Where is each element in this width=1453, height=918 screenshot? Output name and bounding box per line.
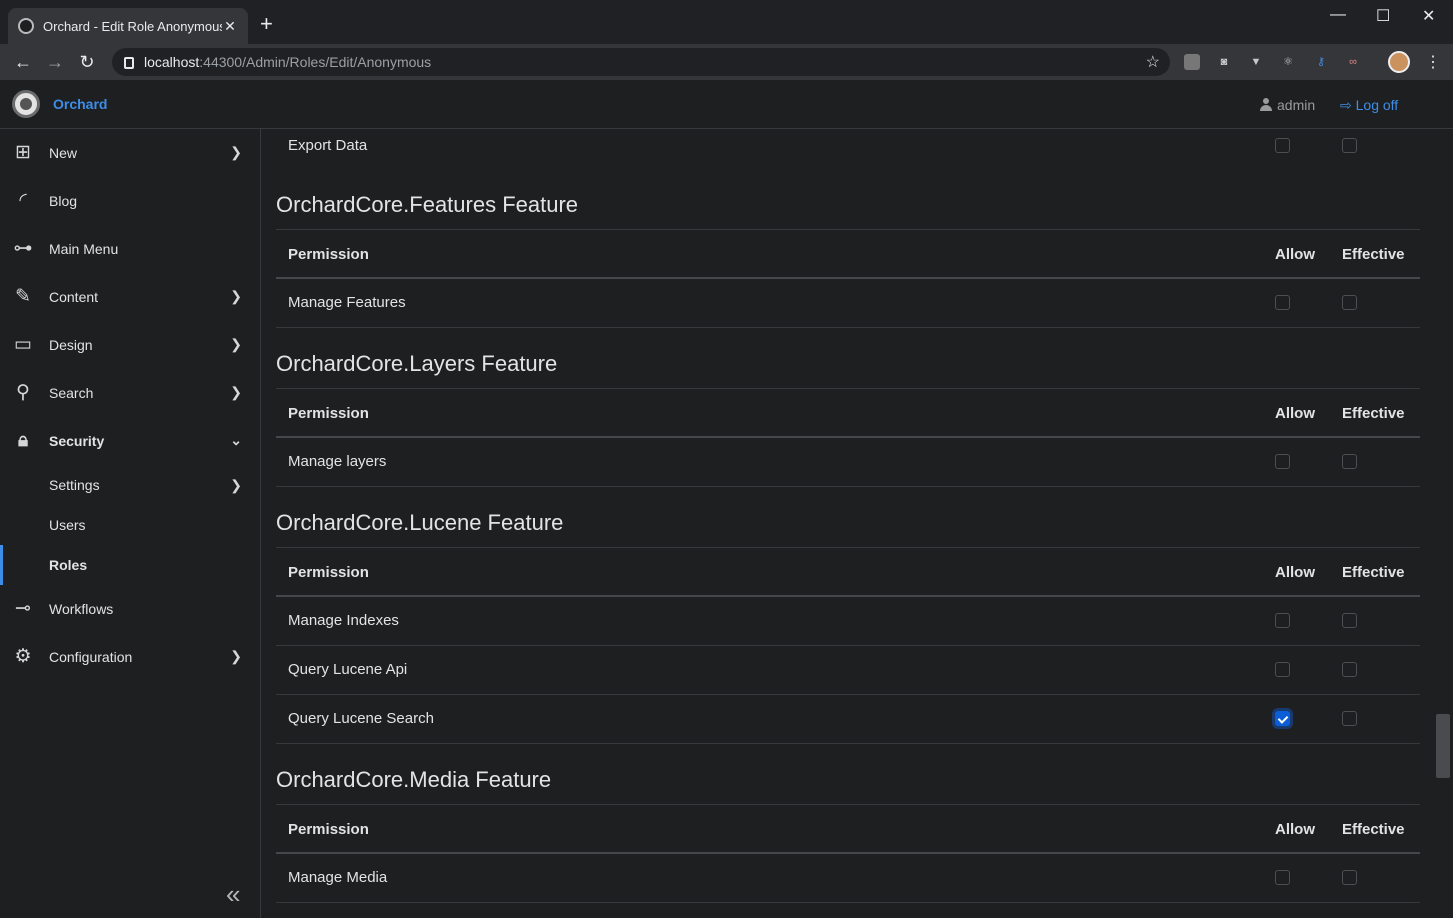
sidebar-item-new[interactable]: ⊞ New ❯ bbox=[0, 129, 260, 177]
bookmark-star-icon[interactable]: ☆ bbox=[1146, 52, 1160, 72]
allow-checkbox[interactable] bbox=[1275, 613, 1290, 628]
feature-heading: OrchardCore.Lucene Feature bbox=[276, 510, 564, 535]
feature-heading: OrchardCore.Media Feature bbox=[276, 767, 552, 792]
chevron-right-icon: ❯ bbox=[230, 477, 242, 493]
chevron-right-icon: ❯ bbox=[230, 384, 242, 400]
permissions-table-header: Permission Allow Effective bbox=[276, 388, 1420, 438]
permission-row-manage-indexes: Manage Indexes bbox=[276, 597, 1420, 646]
chevron-right-icon: ❯ bbox=[230, 336, 242, 352]
sidebar-item-configuration[interactable]: ⚙ Configuration ❯ bbox=[0, 633, 260, 681]
allow-checkbox[interactable] bbox=[1275, 711, 1290, 726]
reload-icon[interactable]: ↻ bbox=[76, 51, 98, 73]
chevron-right-icon: ❯ bbox=[230, 648, 242, 664]
sidebar-item-main-menu[interactable]: ⊶ Main Menu bbox=[0, 225, 260, 273]
brand-link[interactable]: Orchard bbox=[53, 96, 107, 112]
vue-extension-icon[interactable]: ▼ bbox=[1248, 54, 1264, 70]
forward-arrow-icon[interactable]: → bbox=[44, 51, 66, 73]
url-path: :44300/Admin/Roles/Edit/Anonymous bbox=[199, 54, 432, 70]
app-header: Orchard admin ⇨ Log off bbox=[0, 80, 1453, 129]
effective-checkbox[interactable] bbox=[1342, 295, 1357, 310]
permission-row-query-lucene-search: Query Lucene Search bbox=[276, 695, 1420, 744]
sidebar-item-design[interactable]: ▭ Design ❯ bbox=[0, 321, 260, 369]
logoff-link[interactable]: ⇨ Log off bbox=[1340, 97, 1398, 114]
orchard-logo-icon[interactable] bbox=[12, 90, 40, 118]
allow-checkbox[interactable] bbox=[1275, 454, 1290, 469]
plus-square-icon: ⊞ bbox=[15, 142, 31, 163]
browser-tabbar: Orchard - Edit Role Anonymous ✕ + — ☐ ✕ bbox=[0, 0, 1453, 44]
user-menu[interactable]: admin bbox=[1260, 97, 1315, 113]
glasses-extension-icon[interactable]: ∞ bbox=[1345, 54, 1361, 70]
allow-checkbox[interactable] bbox=[1275, 662, 1290, 677]
react-extension-icon[interactable]: ⚛ bbox=[1280, 54, 1296, 70]
browser-menu-icon[interactable]: ⋮ bbox=[1425, 52, 1441, 72]
sign-out-icon: ⇨ bbox=[1340, 97, 1352, 113]
effective-checkbox[interactable] bbox=[1342, 662, 1357, 677]
effective-checkbox[interactable] bbox=[1342, 138, 1357, 153]
permission-row-export-data: Export Data bbox=[276, 129, 1420, 169]
tab-title: Orchard - Edit Role Anonymous bbox=[43, 18, 222, 34]
url-host: localhost bbox=[144, 54, 200, 70]
effective-checkbox[interactable] bbox=[1342, 870, 1357, 885]
sidebar-subitem-roles[interactable]: Roles bbox=[0, 545, 260, 585]
gear-icon: ⚙ bbox=[14, 646, 32, 667]
key-extension-icon[interactable]: ⚷ bbox=[1313, 54, 1329, 70]
adblock-extension-icon[interactable] bbox=[1184, 54, 1200, 70]
effective-checkbox[interactable] bbox=[1342, 711, 1357, 726]
minimize-button[interactable]: — bbox=[1330, 6, 1346, 24]
collapse-sidebar-icon[interactable]: « bbox=[226, 879, 240, 910]
permissions-table-header: Permission Allow Effective bbox=[276, 229, 1420, 279]
sidebar: ⊞ New ❯ ◜ Blog ⊶ Main Menu ✎ Content ❯ ▭… bbox=[0, 129, 261, 918]
orchard-favicon-icon bbox=[18, 18, 34, 34]
sidebar-item-content[interactable]: ✎ Content ❯ bbox=[0, 273, 260, 321]
user-icon bbox=[1260, 98, 1272, 112]
profile-avatar[interactable] bbox=[1388, 51, 1410, 73]
feature-heading: OrchardCore.Features Feature bbox=[276, 192, 579, 217]
permission-row-manage-layers: Manage layers bbox=[276, 438, 1420, 487]
permission-row-query-lucene-api: Query Lucene Api bbox=[276, 646, 1420, 695]
maximize-button[interactable]: ☐ bbox=[1376, 6, 1390, 26]
chevron-right-icon: ❯ bbox=[230, 288, 242, 304]
sidebar-item-security[interactable]: 🔒︎ Security ⌄ bbox=[0, 417, 260, 465]
workflow-icon: ⊸ bbox=[15, 598, 31, 619]
edit-icon: ✎ bbox=[15, 286, 31, 307]
back-arrow-icon[interactable]: ← bbox=[12, 51, 34, 73]
chevron-down-icon: ⌄ bbox=[230, 432, 242, 448]
feature-heading: OrchardCore.Layers Feature bbox=[276, 351, 558, 376]
permission-row-manage-features: Manage Features bbox=[276, 279, 1420, 328]
lock-icon: 🔒︎ bbox=[17, 430, 29, 451]
allow-checkbox[interactable] bbox=[1275, 870, 1290, 885]
close-window-button[interactable]: ✕ bbox=[1422, 6, 1435, 26]
allow-checkbox[interactable] bbox=[1275, 295, 1290, 310]
sidebar-subitem-users[interactable]: Users bbox=[0, 505, 260, 545]
address-bar[interactable]: localhost :44300/Admin/Roles/Edit/Anonym… bbox=[112, 48, 1170, 76]
camera-extension-icon[interactable]: ◙ bbox=[1216, 54, 1232, 70]
lock-icon bbox=[124, 57, 134, 69]
permissions-content: Export Data OrchardCore.Features Feature… bbox=[276, 129, 1420, 918]
search-icon: ⚲ bbox=[16, 382, 30, 403]
permission-row-manage-media: Manage Media bbox=[276, 854, 1420, 903]
sidebar-item-workflows[interactable]: ⊸ Workflows bbox=[0, 585, 260, 633]
sidebar-item-search[interactable]: ⚲ Search ❯ bbox=[0, 369, 260, 417]
page-scrollbar[interactable] bbox=[1436, 714, 1450, 778]
allow-checkbox[interactable] bbox=[1275, 138, 1290, 153]
permissions-table-header: Permission Allow Effective bbox=[276, 547, 1420, 597]
tab-close-icon[interactable]: ✕ bbox=[222, 18, 238, 35]
effective-checkbox[interactable] bbox=[1342, 454, 1357, 469]
browser-tab[interactable]: Orchard - Edit Role Anonymous ✕ bbox=[8, 8, 248, 44]
sidebar-subitem-settings[interactable]: Settings ❯ bbox=[0, 465, 260, 505]
new-tab-button[interactable]: + bbox=[260, 12, 273, 36]
sidebar-item-blog[interactable]: ◜ Blog bbox=[0, 177, 260, 225]
desktop-icon: ▭ bbox=[14, 334, 32, 355]
rss-icon: ◜ bbox=[19, 190, 27, 211]
username: admin bbox=[1277, 97, 1316, 113]
chevron-right-icon: ❯ bbox=[230, 144, 242, 160]
browser-toolbar: ← → ↻ localhost :44300/Admin/Roles/Edit/… bbox=[0, 44, 1453, 80]
effective-checkbox[interactable] bbox=[1342, 613, 1357, 628]
sitemap-icon: ⊶ bbox=[13, 238, 33, 259]
permissions-table-header: Permission Allow Effective bbox=[276, 804, 1420, 854]
